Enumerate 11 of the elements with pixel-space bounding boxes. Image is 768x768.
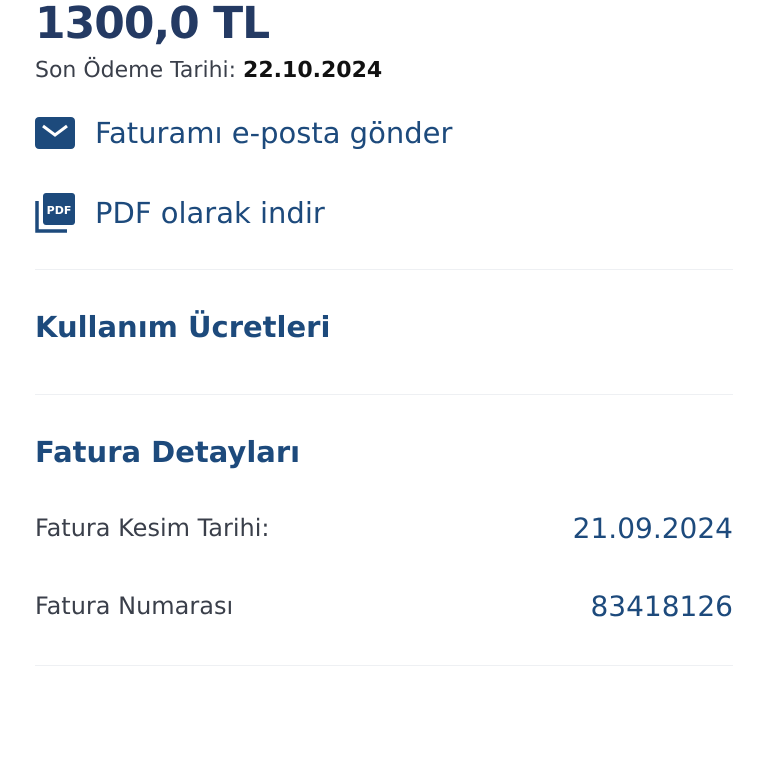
section-heading: Fatura Detayları bbox=[35, 435, 300, 469]
detail-value: 21.09.2024 bbox=[572, 512, 733, 544]
due-date: Son Ödeme Tarihi: 22.10.2024 bbox=[35, 58, 382, 83]
detail-label: Fatura Numarası bbox=[35, 592, 234, 620]
detail-value: 83418126 bbox=[590, 590, 733, 622]
amount: 1300,0 TL bbox=[35, 0, 270, 48]
section-heading[interactable]: Kullanım Ücretleri bbox=[35, 310, 330, 344]
action-link[interactable]: PDF olarak indir bbox=[95, 196, 325, 230]
detail-label: Fatura Kesim Tarihi: bbox=[35, 514, 270, 542]
action-link[interactable]: Faturamı e-posta gönder bbox=[95, 116, 452, 150]
envelope-icon bbox=[35, 117, 75, 149]
